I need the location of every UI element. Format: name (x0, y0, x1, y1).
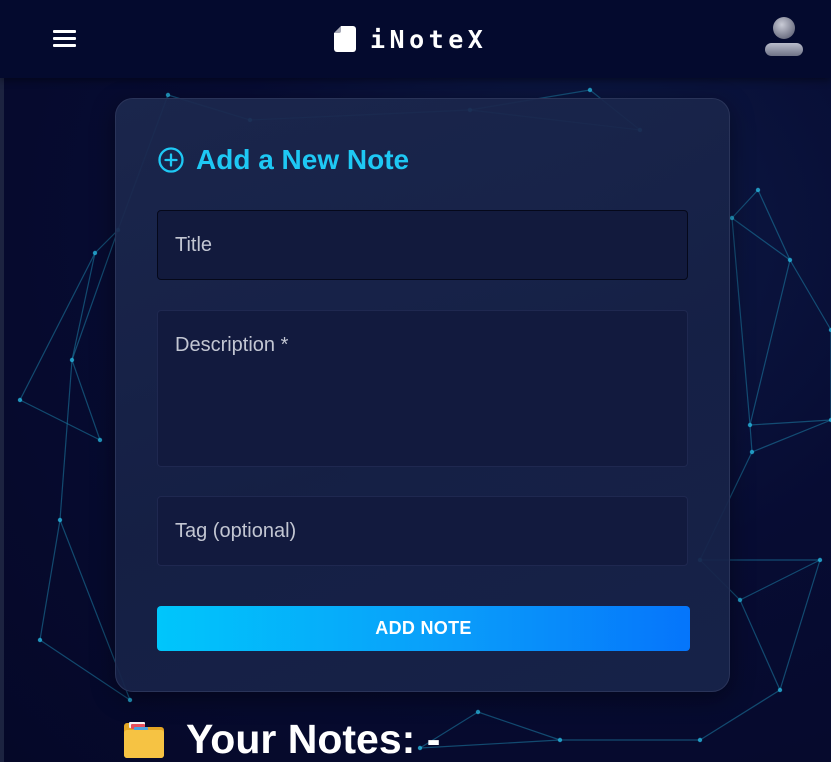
your-notes-title: Your Notes: - (186, 715, 441, 762)
top-navbar: iNoteX (0, 0, 831, 78)
description-input[interactable] (157, 310, 688, 467)
add-note-card: Add a New Note ADD NOTE (115, 98, 730, 692)
your-notes-heading: Your Notes: - (122, 712, 440, 762)
brand-logo[interactable]: iNoteX (334, 23, 487, 55)
add-note-button[interactable]: ADD NOTE (157, 606, 690, 651)
add-note-title: Add a New Note (196, 144, 410, 175)
plus-circle-icon (158, 147, 184, 173)
user-avatar-icon[interactable] (764, 16, 804, 58)
folder-icon (124, 722, 164, 758)
hamburger-menu-icon[interactable] (52, 28, 78, 48)
add-note-heading: Add a New Note (158, 143, 409, 177)
tag-input[interactable] (157, 496, 688, 566)
title-input[interactable] (157, 210, 688, 280)
brand-name: iNoteX (370, 24, 488, 54)
left-divider (0, 78, 4, 762)
note-file-icon (334, 26, 356, 52)
app-page: iNoteX Add a New Note Title Description … (0, 0, 831, 762)
